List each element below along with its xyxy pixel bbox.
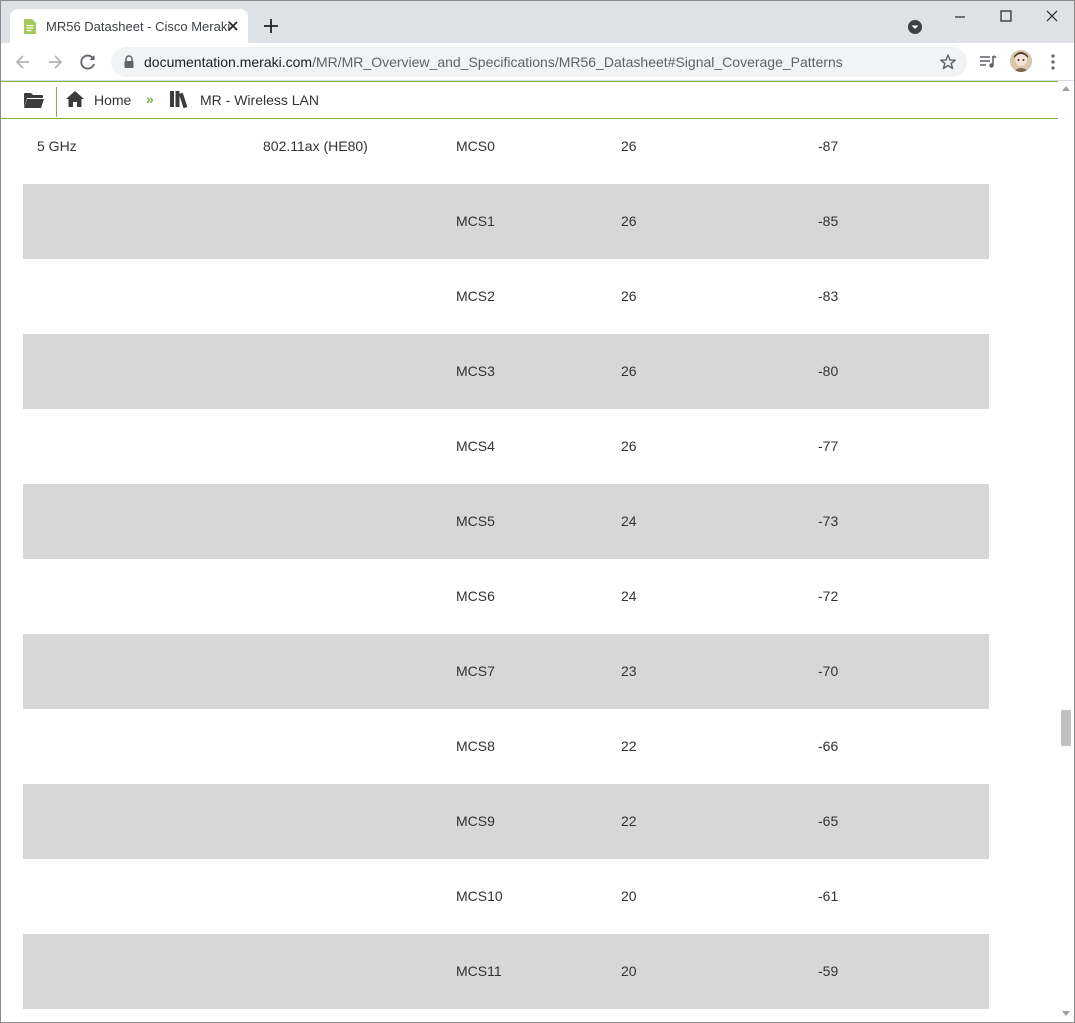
mcs-cell: MCS3	[456, 363, 495, 379]
breadcrumb-section-link[interactable]: MR - Wireless LAN	[200, 92, 319, 108]
avatar-image	[1010, 50, 1032, 72]
table-row: MCS6 24 -72	[23, 559, 989, 634]
mcs-cell: MCS2	[456, 288, 495, 304]
browser-tab[interactable]: MR56 Datasheet - Cisco Meraki	[10, 9, 248, 43]
table-row: MCS2 26 -83	[23, 259, 989, 334]
sensitivity-cell: -72	[818, 588, 839, 604]
scroll-up-arrow-icon[interactable]	[1062, 85, 1070, 91]
breadcrumb-separator: »	[146, 91, 154, 107]
lock-icon[interactable]	[123, 55, 135, 69]
band-cell: 5 GHz	[37, 138, 77, 154]
sensitivity-cell: -85	[818, 213, 839, 229]
table-row: MCS1 26 -85	[23, 184, 989, 259]
mcs-cell: MCS7	[456, 663, 495, 679]
breadcrumb-home-link[interactable]: Home	[94, 92, 131, 108]
power-cell: 20	[621, 888, 637, 904]
table-row: MCS7 23 -70	[23, 634, 989, 709]
document-icon	[24, 19, 36, 34]
media-control-icon[interactable]	[978, 53, 998, 71]
window-close-icon[interactable]	[1039, 7, 1065, 27]
books-icon	[170, 91, 188, 109]
power-cell: 26	[621, 288, 637, 304]
power-cell: 26	[621, 363, 637, 379]
sensitivity-cell: -80	[818, 363, 839, 379]
table-row: 5 GHz 802.11ax (HE80) MCS0 26 -87	[23, 109, 989, 184]
close-icon[interactable]	[225, 18, 241, 34]
sensitivity-cell: -70	[818, 663, 839, 679]
power-cell: 23	[621, 663, 637, 679]
mcs-cell: MCS6	[456, 588, 495, 604]
power-cell: 24	[621, 588, 637, 604]
sensitivity-cell: -73	[818, 513, 839, 529]
power-cell: 22	[621, 813, 637, 829]
mcs-cell: MCS9	[456, 813, 495, 829]
mcs-cell: MCS1	[456, 213, 495, 229]
table-row: MCS3 26 -80	[23, 334, 989, 409]
table-row: MCS10 20 -61	[23, 859, 989, 934]
sensitivity-cell: -87	[818, 138, 839, 154]
mcs-cell: MCS8	[456, 738, 495, 754]
mcs-cell: MCS10	[456, 888, 503, 904]
table-row: MCS5 24 -73	[23, 484, 989, 559]
new-tab-icon[interactable]	[261, 16, 281, 36]
data-rate-table: 5 GHz 802.11ax (HE80) MCS0 26 -87 MCS1 2…	[23, 109, 989, 1009]
mcs-cell: MCS0	[456, 138, 495, 154]
scrollbar-thumb[interactable]	[1061, 710, 1071, 746]
mcs-cell: MCS5	[456, 513, 495, 529]
sensitivity-cell: -77	[818, 438, 839, 454]
power-cell: 26	[621, 138, 637, 154]
sensitivity-cell: -59	[818, 963, 839, 979]
scroll-down-arrow-icon[interactable]	[1062, 1011, 1070, 1017]
tab-search-icon[interactable]	[906, 18, 924, 36]
tab-strip: MR56 Datasheet - Cisco Meraki	[1, 1, 1074, 43]
home-icon[interactable]	[65, 89, 85, 109]
table-row: MCS9 22 -65	[23, 784, 989, 859]
vertical-scrollbar[interactable]	[1058, 81, 1074, 1022]
mcs-cell: MCS4	[456, 438, 495, 454]
table-row: MCS8 22 -66	[23, 709, 989, 784]
forward-arrow-icon[interactable]	[45, 52, 65, 72]
bookmark-star-icon[interactable]	[939, 53, 957, 71]
minimize-icon[interactable]	[947, 7, 973, 27]
site-breadcrumb-bar: Home » MR - Wireless LAN	[1, 81, 1058, 119]
power-cell: 26	[621, 213, 637, 229]
address-bar[interactable]: documentation.meraki.com/MR/MR_Overview_…	[111, 47, 967, 77]
back-arrow-icon[interactable]	[13, 52, 33, 72]
sensitivity-cell: -83	[818, 288, 839, 304]
maximize-icon[interactable]	[993, 7, 1019, 27]
table-row: MCS4 26 -77	[23, 409, 989, 484]
url-text[interactable]: documentation.meraki.com/MR/MR_Overview_…	[144, 54, 843, 70]
power-cell: 24	[621, 513, 637, 529]
mcs-cell: MCS11	[456, 963, 502, 979]
url-path: /MR/MR_Overview_and_Specifications/MR56_…	[312, 54, 843, 70]
reload-icon[interactable]	[78, 52, 98, 72]
nav-divider	[56, 87, 57, 117]
power-cell: 26	[621, 438, 637, 454]
browser-toolbar: documentation.meraki.com/MR/MR_Overview_…	[1, 43, 1074, 81]
table-row: MCS11 20 -59	[23, 934, 989, 1009]
kebab-menu-icon[interactable]	[1047, 53, 1059, 71]
url-host: documentation.meraki.com	[144, 54, 313, 70]
folder-icon[interactable]	[23, 90, 45, 110]
mode-cell: 802.11ax (HE80)	[263, 138, 368, 154]
sensitivity-cell: -61	[818, 888, 839, 904]
sensitivity-cell: -66	[818, 738, 839, 754]
page-viewport: 5 GHz 802.11ax (HE80) MCS0 26 -87 MCS1 2…	[1, 81, 1074, 1022]
browser-window: MR56 Datasheet - Cisco Meraki documentat…	[0, 0, 1075, 1023]
sensitivity-cell: -65	[818, 813, 839, 829]
tab-title: MR56 Datasheet - Cisco Meraki	[46, 19, 231, 34]
power-cell: 22	[621, 738, 637, 754]
power-cell: 20	[621, 963, 637, 979]
profile-avatar[interactable]	[1010, 50, 1032, 72]
